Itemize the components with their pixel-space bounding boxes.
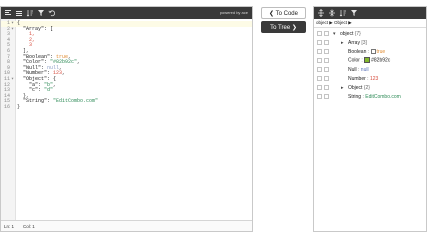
format-icon[interactable]: [4, 9, 12, 17]
compact-icon[interactable]: [15, 9, 23, 17]
line-indicator: Ln: 1: [4, 223, 15, 229]
line-number: 16: [3, 103, 10, 110]
tree-view: ▾ object {7} ▸ Array [3] Boolean : true Color…: [314, 29, 426, 101]
expand-toggle-icon[interactable]: ▸: [341, 40, 344, 46]
tree-node: object {7}: [340, 30, 361, 37]
code-text: }: [17, 103, 21, 110]
tree-row[interactable]: Null : null: [314, 65, 426, 74]
tree-row[interactable]: Number : 123: [314, 74, 426, 83]
context-menu-icon[interactable]: [324, 67, 329, 72]
tree-node: Object {2}: [348, 84, 370, 91]
tree-row[interactable]: ▸ Object {2}: [314, 83, 426, 92]
to-tree-button[interactable]: To Tree ❯: [261, 21, 306, 33]
tree-node: Array [3]: [348, 39, 367, 46]
code-lines: 1 ▾{2 ▾ "Array": [3 1, 4 2, 5 36 ], 7 "Boolea…: [1, 20, 252, 111]
context-menu-icon[interactable]: [324, 85, 329, 90]
column-indicator: Col: 1: [23, 223, 35, 229]
tree-row[interactable]: Boolean : true: [314, 47, 426, 56]
context-menu-icon[interactable]: [324, 40, 329, 45]
expand-all-icon[interactable]: [317, 9, 325, 17]
context-menu-icon[interactable]: [324, 94, 329, 99]
context-menu-icon[interactable]: [324, 31, 329, 36]
drag-handle-icon[interactable]: [317, 58, 322, 63]
tree-node: Boolean : true: [348, 48, 386, 55]
powered-by-label: powered by ace: [219, 10, 248, 15]
to-code-button[interactable]: ❮ To Code: [261, 7, 306, 19]
drag-handle-icon[interactable]: [317, 94, 322, 99]
sort-icon[interactable]: [339, 9, 347, 17]
filter-icon[interactable]: [37, 9, 45, 17]
breadcrumb[interactable]: object ▶ Object ▶: [314, 19, 426, 28]
tree-row[interactable]: ▾ object {7}: [314, 29, 426, 38]
collapse-all-icon[interactable]: [328, 9, 336, 17]
tree-toolbar: [314, 7, 426, 19]
context-menu-icon[interactable]: [324, 49, 329, 54]
filter-icon[interactable]: [350, 9, 358, 17]
tree-node: Number : 123: [348, 75, 379, 82]
tree-row[interactable]: ▸ Array [3]: [314, 38, 426, 47]
tree-node: Null : null: [348, 66, 369, 73]
tree-node: Color : #82b92c: [348, 57, 391, 64]
code-editor[interactable]: 1 ▾{2 ▾ "Array": [3 1, 4 2, 5 36 ], 7 "Boolea…: [1, 19, 252, 221]
sort-icon[interactable]: [26, 9, 34, 17]
code-line[interactable]: 16}: [1, 103, 252, 111]
drag-handle-icon[interactable]: [317, 49, 322, 54]
drag-handle-icon[interactable]: [317, 31, 322, 36]
drag-handle-icon[interactable]: [317, 76, 322, 81]
drag-handle-icon[interactable]: [317, 85, 322, 90]
boolean-checkbox[interactable]: [370, 48, 376, 54]
status-bar: Ln: 1 Col: 1: [1, 220, 252, 231]
expand-toggle-icon[interactable]: ▸: [341, 85, 344, 91]
tree-panel: object ▶ Object ▶ ▾ object {7} ▸ Array [3] B…: [313, 6, 427, 232]
drag-handle-icon[interactable]: [317, 40, 322, 45]
drag-handle-icon[interactable]: [317, 67, 322, 72]
tree-node: String : EditCombo.com: [348, 93, 401, 100]
tree-row[interactable]: String : EditCombo.com: [314, 92, 426, 101]
code-panel: powered by ace 1 ▾{2 ▾ "Array": [3 1, 4 2, 5…: [0, 6, 253, 232]
color-swatch[interactable]: [364, 57, 371, 64]
undo-icon[interactable]: [48, 9, 56, 17]
context-menu-icon[interactable]: [324, 58, 329, 63]
expand-toggle-icon[interactable]: ▾: [333, 31, 336, 37]
context-menu-icon[interactable]: [324, 76, 329, 81]
code-toolbar: powered by ace: [1, 7, 252, 19]
tree-row[interactable]: Color : #82b92c: [314, 56, 426, 65]
